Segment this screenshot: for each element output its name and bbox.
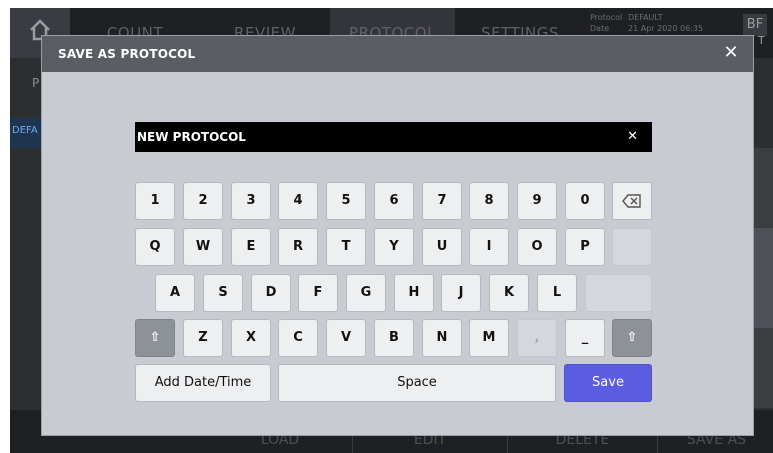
blank-key bbox=[612, 228, 652, 266]
key-m[interactable]: M bbox=[469, 319, 509, 357]
space-key[interactable]: Space bbox=[278, 364, 556, 402]
save-as-protocol-dialog: SAVE AS PROTOCOL ✕ NEW PROTOCOL ✕ 1 2 3 … bbox=[42, 36, 753, 435]
key-1[interactable]: 1 bbox=[135, 182, 175, 220]
t-badge: T bbox=[758, 34, 765, 47]
key-f[interactable]: F bbox=[298, 274, 338, 312]
blank-key bbox=[585, 274, 652, 312]
key-l[interactable]: L bbox=[537, 274, 577, 312]
close-icon[interactable]: ✕ bbox=[719, 41, 743, 65]
key-5[interactable]: 5 bbox=[326, 182, 366, 220]
key-z[interactable]: Z bbox=[183, 319, 223, 357]
save-button[interactable]: Save bbox=[564, 364, 652, 402]
protocol-value: DEFAULT bbox=[628, 13, 663, 22]
key-p[interactable]: P bbox=[565, 228, 605, 266]
backspace-icon bbox=[622, 194, 641, 208]
key-j[interactable]: J bbox=[441, 274, 481, 312]
backspace-key[interactable] bbox=[612, 182, 652, 220]
key-d[interactable]: D bbox=[251, 274, 291, 312]
left-list-item-default[interactable]: DEFA bbox=[10, 118, 46, 148]
key-4[interactable]: 4 bbox=[278, 182, 318, 220]
key-u[interactable]: U bbox=[422, 228, 462, 266]
key-6[interactable]: 6 bbox=[374, 182, 414, 220]
protocol-info: Protocol DEFAULT Date 21 Apr 2020 06:35 bbox=[590, 12, 703, 34]
key-8[interactable]: 8 bbox=[469, 182, 509, 220]
key-g[interactable]: G bbox=[346, 274, 386, 312]
key-7[interactable]: 7 bbox=[422, 182, 462, 220]
add-date-time-button[interactable]: Add Date/Time bbox=[135, 364, 271, 402]
key-3[interactable]: 3 bbox=[231, 182, 271, 220]
dialog-title: SAVE AS PROTOCOL bbox=[58, 47, 196, 61]
key-t[interactable]: T bbox=[326, 228, 366, 266]
key-comma[interactable]: , bbox=[517, 319, 557, 357]
key-v[interactable]: V bbox=[326, 319, 366, 357]
key-h[interactable]: H bbox=[394, 274, 434, 312]
protocol-name-input[interactable]: NEW PROTOCOL ✕ bbox=[135, 122, 652, 152]
key-o[interactable]: O bbox=[517, 228, 557, 266]
left-panel-letter: P bbox=[32, 76, 40, 90]
shift-key-left[interactable]: ⇧ bbox=[135, 319, 175, 357]
key-i[interactable]: I bbox=[469, 228, 509, 266]
key-b[interactable]: B bbox=[374, 319, 414, 357]
key-n[interactable]: N bbox=[422, 319, 462, 357]
key-a[interactable]: A bbox=[155, 274, 195, 312]
key-x[interactable]: X bbox=[231, 319, 271, 357]
key-s[interactable]: S bbox=[203, 274, 243, 312]
clear-input-icon[interactable]: ✕ bbox=[627, 122, 638, 152]
key-0[interactable]: 0 bbox=[565, 182, 605, 220]
key-c[interactable]: C bbox=[278, 319, 318, 357]
key-2[interactable]: 2 bbox=[183, 182, 223, 220]
protocol-name-value: NEW PROTOCOL bbox=[137, 130, 246, 144]
key-y[interactable]: Y bbox=[374, 228, 414, 266]
date-value: 21 Apr 2020 06:35 bbox=[628, 24, 704, 33]
key-q[interactable]: Q bbox=[135, 228, 175, 266]
key-underscore[interactable]: _ bbox=[565, 319, 605, 357]
key-r[interactable]: R bbox=[278, 228, 318, 266]
bf-badge[interactable]: BF bbox=[743, 14, 767, 36]
shift-key-right[interactable]: ⇧ bbox=[612, 319, 652, 357]
dialog-header: SAVE AS PROTOCOL ✕ bbox=[42, 36, 753, 72]
key-k[interactable]: K bbox=[489, 274, 529, 312]
key-e[interactable]: E bbox=[231, 228, 271, 266]
protocol-label: Protocol bbox=[590, 13, 623, 22]
key-9[interactable]: 9 bbox=[517, 182, 557, 220]
key-w[interactable]: W bbox=[183, 228, 223, 266]
date-label: Date bbox=[590, 24, 610, 33]
